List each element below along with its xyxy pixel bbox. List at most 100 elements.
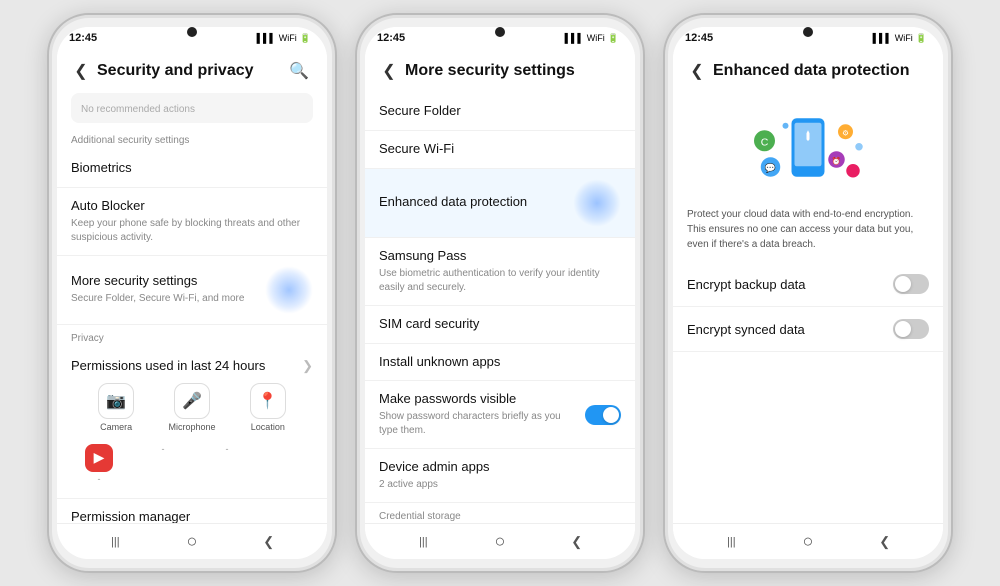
back-nav-button-2[interactable]: ❮ (563, 528, 591, 556)
location-icon-box: 📍 (250, 383, 286, 419)
chevron-right-icon: ❯ (302, 358, 313, 374)
encrypt-synced-row[interactable]: Encrypt synced data (673, 307, 943, 352)
samsung-pass-subtitle: Use biometric authentication to verify y… (379, 267, 621, 295)
scroll-area-3[interactable]: C ⚙ ⏰ 💬 Protect your cloud data with end… (673, 93, 943, 523)
app-dot-1: - (98, 474, 101, 484)
make-passwords-item[interactable]: Make passwords visible Show password cha… (365, 381, 635, 449)
permissions-grid: 📷 Camera 🎤 Microphone 📍 Location (71, 375, 313, 440)
illustration-area: C ⚙ ⏰ 💬 (673, 93, 943, 207)
scroll-area-1[interactable]: No recommended actions Additional securi… (57, 93, 327, 523)
location-perm: 📍 Location (250, 383, 286, 432)
device-admin-subtitle: 2 active apps (379, 478, 621, 492)
more-security-item[interactable]: More security settings Secure Folder, Se… (57, 256, 327, 325)
recent-apps-button-1[interactable]: ||| (101, 528, 129, 556)
svg-text:⚙: ⚙ (842, 129, 849, 138)
svg-text:💬: 💬 (765, 162, 776, 173)
encrypt-synced-label: Encrypt synced data (687, 322, 805, 337)
back-button-1[interactable]: ❮ (69, 59, 93, 83)
no-rec-text: No recommended actions (81, 104, 195, 115)
encrypt-synced-toggle[interactable] (893, 319, 929, 339)
wifi-icon-2: WiFi (587, 33, 605, 43)
camera-notch-2 (495, 27, 505, 37)
camera-notch-3 (803, 27, 813, 37)
phone-2: 12:45 ▌▌▌ WiFi 🔋 ❮ More security setting… (355, 13, 645, 573)
page-title-3: Enhanced data protection (713, 62, 931, 80)
perm-apps-row: ▶ - - - (71, 440, 313, 488)
page-title-2: More security settings (405, 62, 623, 80)
phone-screen-2: 12:45 ▌▌▌ WiFi 🔋 ❮ More security setting… (365, 27, 635, 559)
install-unknown-item[interactable]: Install unknown apps (365, 344, 635, 382)
back-nav-button-3[interactable]: ❮ (871, 528, 899, 556)
page-title-1: Security and privacy (97, 62, 283, 80)
description-text: Protect your cloud data with end-to-end … (673, 207, 943, 262)
status-icons-2: ▌▌▌ WiFi 🔋 (565, 33, 619, 44)
mic-icon-box: 🎤 (174, 383, 210, 419)
make-passwords-toggle[interactable] (585, 405, 621, 425)
more-security-title: More security settings (71, 273, 265, 290)
status-time-3: 12:45 (685, 32, 713, 44)
recent-apps-button-3[interactable]: ||| (717, 528, 745, 556)
secure-wifi-item[interactable]: Secure Wi-Fi (365, 131, 635, 169)
secure-folder-item[interactable]: Secure Folder (365, 93, 635, 131)
biometrics-item[interactable]: Biometrics (57, 150, 327, 188)
privacy-label: Privacy (57, 325, 327, 348)
svg-text:⏰: ⏰ (832, 155, 841, 165)
permission-manager-item[interactable]: Permission manager Allow or deny apps to… (57, 499, 327, 523)
status-icons-1: ▌▌▌ WiFi 🔋 (257, 33, 311, 44)
top-nav-3: ❮ Enhanced data protection (673, 49, 943, 93)
top-nav-1: ❮ Security and privacy 🔍 (57, 49, 327, 93)
samsung-pass-item[interactable]: Samsung Pass Use biometric authenticatio… (365, 238, 635, 306)
camera-perm: 📷 Camera (98, 383, 134, 432)
app-dot-3: - (226, 444, 229, 454)
app-icon-youtube: ▶ (85, 444, 113, 472)
home-button-2[interactable]: ○ (486, 528, 514, 556)
encrypt-backup-label: Encrypt backup data (687, 277, 806, 292)
device-admin-item[interactable]: Device admin apps 2 active apps (365, 449, 635, 503)
search-button-1[interactable]: 🔍 (283, 55, 315, 87)
permissions-used-item[interactable]: Permissions used in last 24 hours ❯ 📷 Ca… (57, 348, 327, 499)
enhanced-protection-item[interactable]: Enhanced data protection (365, 169, 635, 238)
phone-screen-3: 12:45 ▌▌▌ WiFi 🔋 ❮ Enhanced data protect… (673, 27, 943, 559)
location-label: Location (251, 422, 285, 432)
app-perm-1: ▶ - (81, 444, 117, 484)
no-rec-bar: No recommended actions (71, 93, 313, 123)
home-button-3[interactable]: ○ (794, 528, 822, 556)
home-button-1[interactable]: ○ (178, 528, 206, 556)
biometrics-title: Biometrics (71, 160, 313, 177)
wifi-icon: WiFi (279, 33, 297, 43)
back-nav-button-1[interactable]: ❮ (255, 528, 283, 556)
signal-icon-2: ▌▌▌ (565, 33, 584, 43)
ripple-effect-2 (573, 179, 621, 227)
mic-label: Microphone (168, 422, 215, 432)
illustration-svg: C ⚙ ⏰ 💬 (748, 107, 868, 197)
camera-icon-box: 📷 (98, 383, 134, 419)
section-label-1: Additional security settings (57, 127, 327, 150)
app-perm-3: - (209, 444, 245, 484)
install-unknown-title: Install unknown apps (379, 354, 621, 371)
phone-1: 12:45 ▌▌▌ WiFi 🔋 ❮ Security and privacy … (47, 13, 337, 573)
more-security-subtitle: Secure Folder, Secure Wi-Fi, and more (71, 292, 265, 306)
sim-security-item[interactable]: SIM card security (365, 306, 635, 344)
back-button-3[interactable]: ❮ (685, 59, 709, 83)
auto-blocker-item[interactable]: Auto Blocker Keep your phone safe by blo… (57, 188, 327, 256)
recent-apps-button-2[interactable]: ||| (409, 528, 437, 556)
battery-icon-3: 🔋 (916, 33, 927, 44)
bottom-nav-1: ||| ○ ❮ (57, 523, 327, 559)
signal-icon: ▌▌▌ (257, 33, 276, 43)
back-button-2[interactable]: ❮ (377, 59, 401, 83)
camera-label: Camera (100, 422, 132, 432)
ripple-effect (265, 266, 313, 314)
phone-3: 12:45 ▌▌▌ WiFi 🔋 ❮ Enhanced data protect… (663, 13, 953, 573)
device-admin-title: Device admin apps (379, 459, 621, 476)
encrypt-backup-knob (895, 276, 911, 292)
app-dot-2: - (162, 444, 165, 454)
encrypt-backup-row[interactable]: Encrypt backup data (673, 262, 943, 307)
scroll-area-2[interactable]: Secure Folder Secure Wi-Fi Enhanced data… (365, 93, 635, 523)
status-time-1: 12:45 (69, 32, 97, 44)
make-passwords-subtitle: Show password characters briefly as you … (379, 410, 575, 438)
toggle-knob (603, 407, 619, 423)
camera-notch-1 (187, 27, 197, 37)
mic-perm: 🎤 Microphone (168, 383, 215, 432)
encrypt-backup-toggle[interactable] (893, 274, 929, 294)
auto-blocker-title: Auto Blocker (71, 198, 313, 215)
